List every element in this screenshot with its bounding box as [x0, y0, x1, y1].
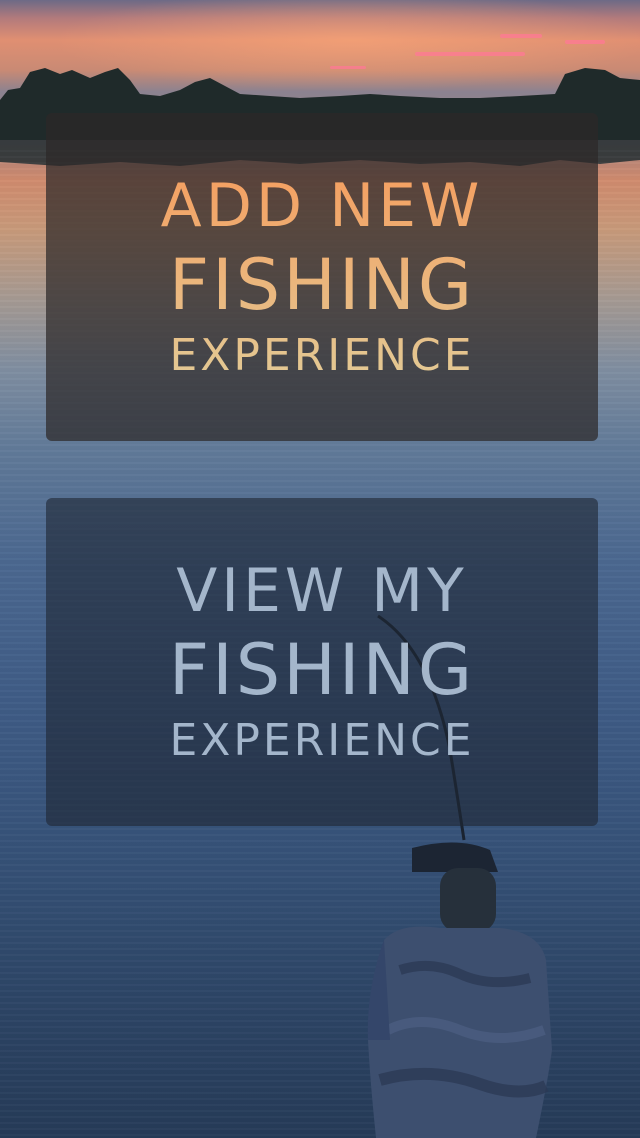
view-card-line-3: EXPERIENCE	[169, 715, 475, 766]
home-screen: ADD NEW FISHING EXPERIENCE VIEW MY FISHI…	[0, 0, 640, 1138]
cloud-streak	[565, 40, 605, 44]
view-my-fishing-experience-label: VIEW MY FISHING EXPERIENCE	[169, 561, 475, 763]
cloud-streak	[415, 52, 525, 56]
add-card-line-1: ADD NEW	[160, 171, 484, 241]
cloud-streak	[500, 34, 542, 38]
add-card-line-2: FISHING	[168, 244, 476, 326]
add-card-line-3: EXPERIENCE	[169, 330, 475, 381]
add-new-fishing-experience-label: ADD NEW FISHING EXPERIENCE	[161, 176, 484, 378]
add-new-fishing-experience-button[interactable]: ADD NEW FISHING EXPERIENCE	[46, 113, 598, 441]
view-my-fishing-experience-button[interactable]: VIEW MY FISHING EXPERIENCE	[46, 498, 598, 826]
view-card-line-2: FISHING	[168, 629, 476, 711]
view-card-line-1: VIEW MY	[176, 556, 468, 626]
